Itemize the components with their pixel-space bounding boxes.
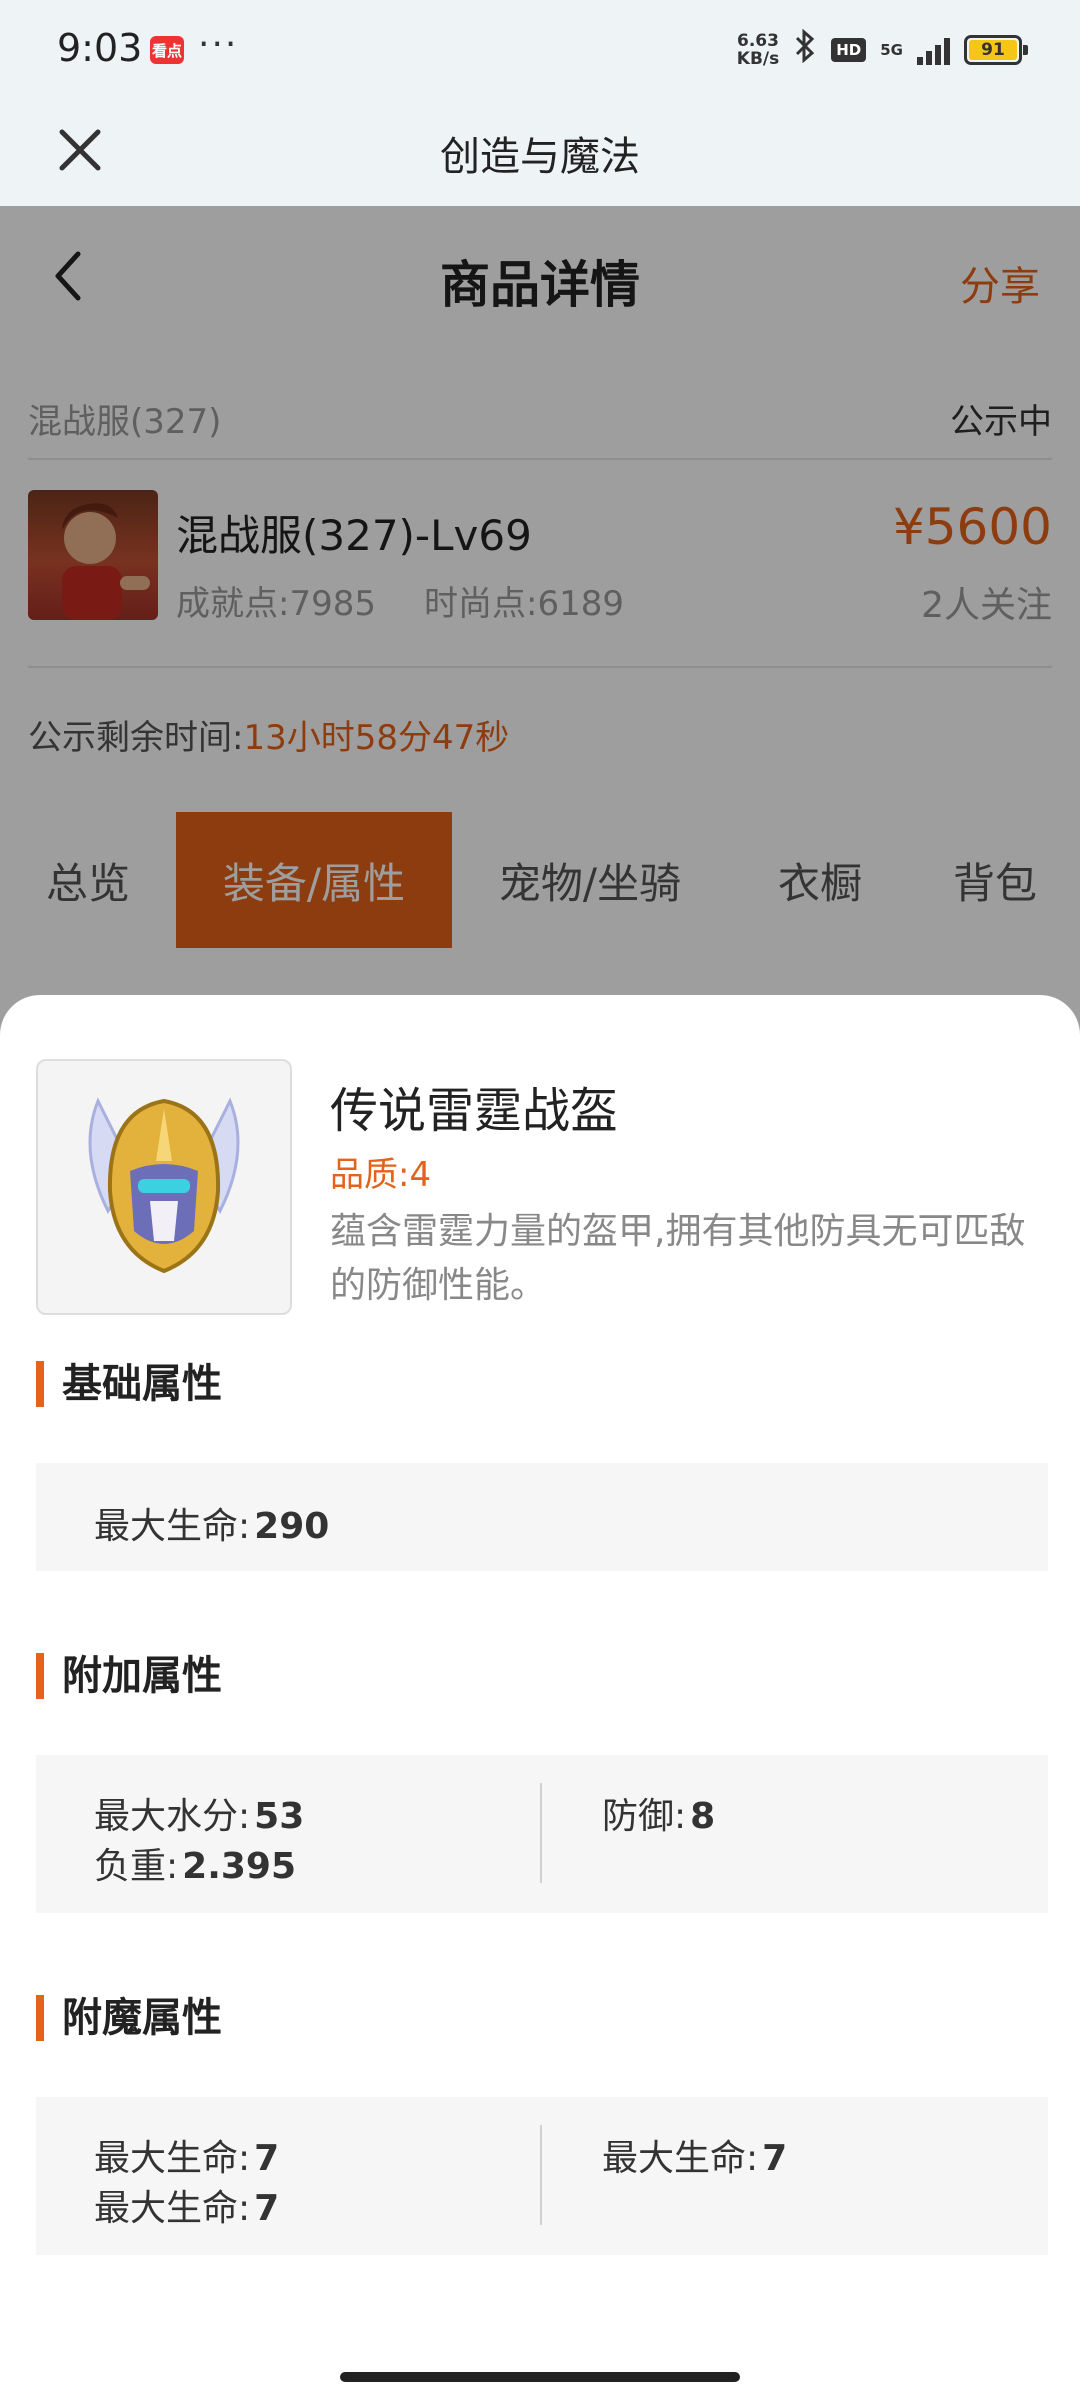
network-type-icon: 5G <box>880 41 903 59</box>
attribute-item: 最大生命: 7 <box>602 2138 788 2179</box>
item-name: 传说雷霆战盔 <box>330 1083 619 1139</box>
attribute-item: 负重: 2.395 <box>94 1846 297 1887</box>
more-notifications-icon: ··· <box>198 24 239 65</box>
battery-level: 91 <box>969 40 1017 60</box>
attribute-item: 最大生命: 7 <box>94 2138 280 2179</box>
home-indicator[interactable] <box>340 2372 740 2382</box>
network-speed: 6.63 KB/s <box>736 31 780 69</box>
battery-icon: 91 <box>964 35 1028 65</box>
status-bar: 9:03 看点 ··· 6.63 KB/s HD 5G 91 <box>0 0 1080 100</box>
basic-attributes-title: 基础属性 <box>36 1361 222 1407</box>
browser-title: 创造与魔法 <box>440 134 640 180</box>
extra-attributes-panel: 最大水分: 53 负重: 2.395 防御: 8 <box>36 1755 1048 1913</box>
close-icon[interactable] <box>50 120 110 180</box>
app-notification-icon: 看点 <box>150 36 184 64</box>
enchant-attributes-panel: 最大生命: 7 最大生命: 7 最大生命: 7 <box>36 2097 1048 2255</box>
bluetooth-icon <box>793 28 817 71</box>
hd-voice-icon: HD <box>831 38 867 62</box>
item-detail-sheet: 传说雷霆战盔 品质:4 蕴含雷霆力量的盔甲,拥有其他防具无可匹敌的防御性能。 基… <box>0 995 1080 2400</box>
column-divider <box>540 1783 542 1883</box>
status-time: 9:03 <box>57 26 143 70</box>
attribute-item: 最大生命: 7 <box>94 2188 280 2229</box>
item-description: 蕴含雷霆力量的盔甲,拥有其他防具无可匹敌的防御性能。 <box>330 1211 1026 1306</box>
helmet-image <box>36 1059 292 1315</box>
extra-attributes-title: 附加属性 <box>36 1653 222 1699</box>
enchant-attributes-title: 附魔属性 <box>36 1995 222 2041</box>
attribute-item: 最大生命: 290 <box>94 1506 330 1547</box>
attribute-item: 防御: 8 <box>602 1796 716 1837</box>
signal-icon <box>917 35 950 65</box>
column-divider <box>540 2125 542 2225</box>
browser-title-bar: 创造与魔法 <box>0 100 1080 206</box>
item-quality: 品质:4 <box>330 1155 432 1195</box>
status-indicators: 6.63 KB/s HD 5G 91 <box>736 28 1028 72</box>
basic-attributes-panel: 最大生命: 290 <box>36 1463 1048 1571</box>
attribute-item: 最大水分: 53 <box>94 1796 305 1837</box>
